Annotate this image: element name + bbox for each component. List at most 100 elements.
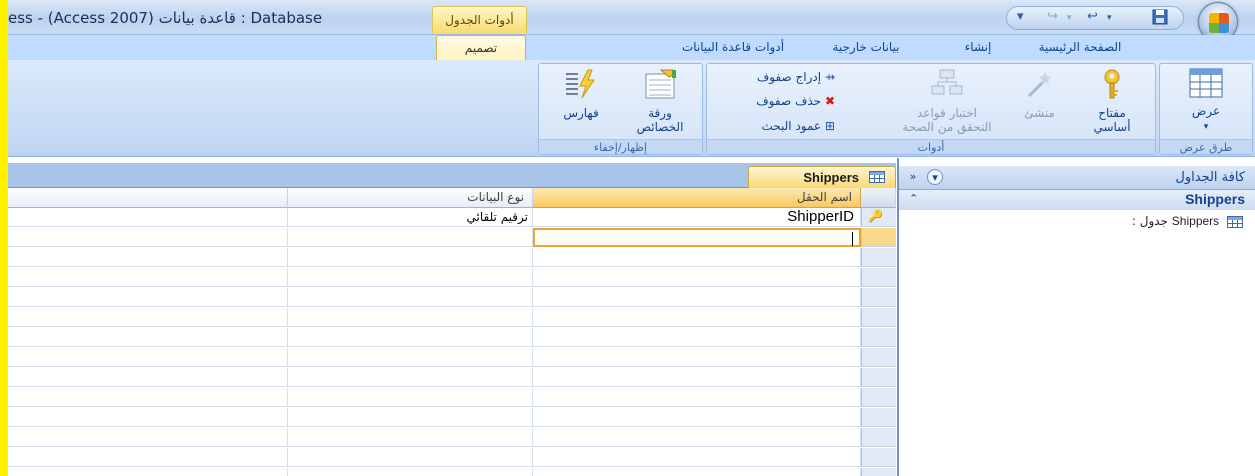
description-cell[interactable] (8, 448, 288, 467)
table-row[interactable]: ترقيم تلقائي ShipperID 🔑 (8, 208, 896, 227)
redo-icon[interactable]: ↪ (1047, 9, 1058, 24)
description-cell[interactable] (8, 348, 288, 367)
table-row[interactable] (8, 248, 896, 267)
nav-pane-header[interactable]: » ▾ كافة الجداول (899, 166, 1255, 190)
description-cell[interactable] (8, 308, 288, 327)
delete-rows-button[interactable]: ✖ حذف صفوف (756, 94, 835, 108)
data-type-cell[interactable] (288, 348, 533, 367)
field-name-cell[interactable] (533, 268, 861, 287)
data-type-cell[interactable] (288, 408, 533, 427)
nav-menu-dropdown-icon[interactable]: ▾ (927, 169, 943, 185)
table-row[interactable] (8, 468, 896, 476)
field-name-cell[interactable] (533, 408, 861, 427)
description-cell[interactable] (8, 328, 288, 347)
table-row[interactable] (8, 348, 896, 367)
table-row[interactable] (8, 328, 896, 347)
data-type-cell[interactable] (288, 328, 533, 347)
lookup-column-button[interactable]: ⊞ عمود البحث (762, 119, 836, 133)
field-name-cell[interactable] (533, 308, 861, 327)
table-row[interactable] (8, 408, 896, 427)
description-cell[interactable] (8, 368, 288, 387)
description-cell[interactable] (8, 388, 288, 407)
description-cell[interactable] (8, 468, 288, 476)
row-selector[interactable] (861, 228, 896, 247)
nav-group-shippers[interactable]: ⌃ Shippers (899, 190, 1255, 210)
field-name-cell[interactable] (533, 288, 861, 307)
row-selector[interactable] (861, 308, 896, 327)
table-row[interactable] (8, 388, 896, 407)
tab-external-data[interactable]: بيانات خارجية (816, 35, 916, 60)
nav-item-shippers-table[interactable]: : جدول Shippers (1132, 214, 1243, 228)
description-cell[interactable] (8, 288, 288, 307)
description-cell[interactable] (8, 408, 288, 427)
row-selector[interactable] (861, 408, 896, 427)
field-name-cell[interactable] (533, 228, 861, 247)
field-name-cell[interactable]: ShipperID (533, 208, 861, 227)
view-button[interactable]: عرض ▾ (1168, 68, 1244, 134)
table-row[interactable] (8, 308, 896, 327)
table-row[interactable] (8, 228, 896, 247)
field-name-header[interactable]: اسم الحقل (533, 188, 861, 208)
data-type-cell[interactable] (288, 268, 533, 287)
indexes-button[interactable]: فهارس (549, 68, 613, 120)
row-selector[interactable] (861, 268, 896, 287)
row-selector[interactable] (861, 248, 896, 267)
table-row[interactable] (8, 368, 896, 387)
data-type-cell[interactable] (288, 288, 533, 307)
row-selector[interactable] (861, 448, 896, 467)
data-type-cell[interactable] (288, 388, 533, 407)
row-selector[interactable] (861, 388, 896, 407)
field-name-cell[interactable] (533, 388, 861, 407)
data-type-header[interactable]: نوع البيانات (288, 188, 533, 208)
property-sheet-button[interactable]: ورقة الخصائص (621, 68, 699, 134)
row-selector[interactable] (861, 348, 896, 367)
tab-home[interactable]: الصفحة الرئيسية (1030, 35, 1130, 60)
customize-qat-icon[interactable]: ▾ (1017, 9, 1024, 24)
shutter-bar-icon[interactable]: » (905, 169, 921, 185)
row-selector[interactable] (861, 328, 896, 347)
data-type-cell[interactable]: ترقيم تلقائي (288, 208, 533, 227)
collapse-group-icon[interactable]: ⌃ (909, 192, 918, 205)
description-cell[interactable] (8, 208, 288, 227)
redo-dropdown-icon[interactable]: ▾ (1067, 13, 1072, 23)
row-selector[interactable] (861, 288, 896, 307)
tab-create[interactable]: إنشاء (948, 35, 1008, 60)
row-selector[interactable] (861, 368, 896, 387)
data-type-cell[interactable] (288, 248, 533, 267)
data-type-cell[interactable] (288, 228, 533, 247)
document-tab-shippers[interactable]: Shippers (748, 166, 896, 188)
tab-design[interactable]: تصميم (436, 35, 526, 60)
data-type-cell[interactable] (288, 308, 533, 327)
row-selector[interactable]: 🔑 (861, 208, 896, 227)
field-name-cell[interactable] (533, 348, 861, 367)
field-name-cell[interactable] (533, 468, 861, 476)
undo-dropdown-icon[interactable]: ▾ (1107, 13, 1112, 23)
insert-rows-button[interactable]: ⇸ إدراج صفوف (757, 70, 835, 84)
save-icon[interactable] (1152, 9, 1168, 29)
field-name-cell[interactable] (533, 248, 861, 267)
table-row[interactable] (8, 288, 896, 307)
row-selector[interactable] (861, 468, 896, 476)
data-type-cell[interactable] (288, 448, 533, 467)
tab-database-tools[interactable]: أدوات قاعدة البيانات (668, 35, 798, 60)
primary-key-button[interactable]: مفتاح أساسي (1077, 68, 1147, 134)
description-cell[interactable] (8, 228, 288, 247)
field-name-cell[interactable] (533, 328, 861, 347)
description-cell[interactable] (8, 268, 288, 287)
table-row[interactable] (8, 428, 896, 447)
data-type-cell[interactable] (288, 428, 533, 447)
data-type-cell[interactable] (288, 368, 533, 387)
field-name-cell[interactable] (533, 448, 861, 467)
test-validation-rules-button[interactable]: اختبار قواعد التحقق من الصحة (882, 68, 1012, 134)
row-selector[interactable] (861, 428, 896, 447)
table-row[interactable] (8, 448, 896, 467)
row-selector-header[interactable] (861, 188, 896, 208)
table-row[interactable] (8, 268, 896, 287)
description-cell[interactable] (8, 428, 288, 447)
field-name-cell[interactable] (533, 368, 861, 387)
builder-button[interactable]: منشئ (1012, 68, 1067, 120)
undo-icon[interactable]: ↩ (1087, 9, 1098, 24)
field-name-cell[interactable] (533, 428, 861, 447)
data-type-cell[interactable] (288, 468, 533, 476)
description-cell[interactable] (8, 248, 288, 267)
